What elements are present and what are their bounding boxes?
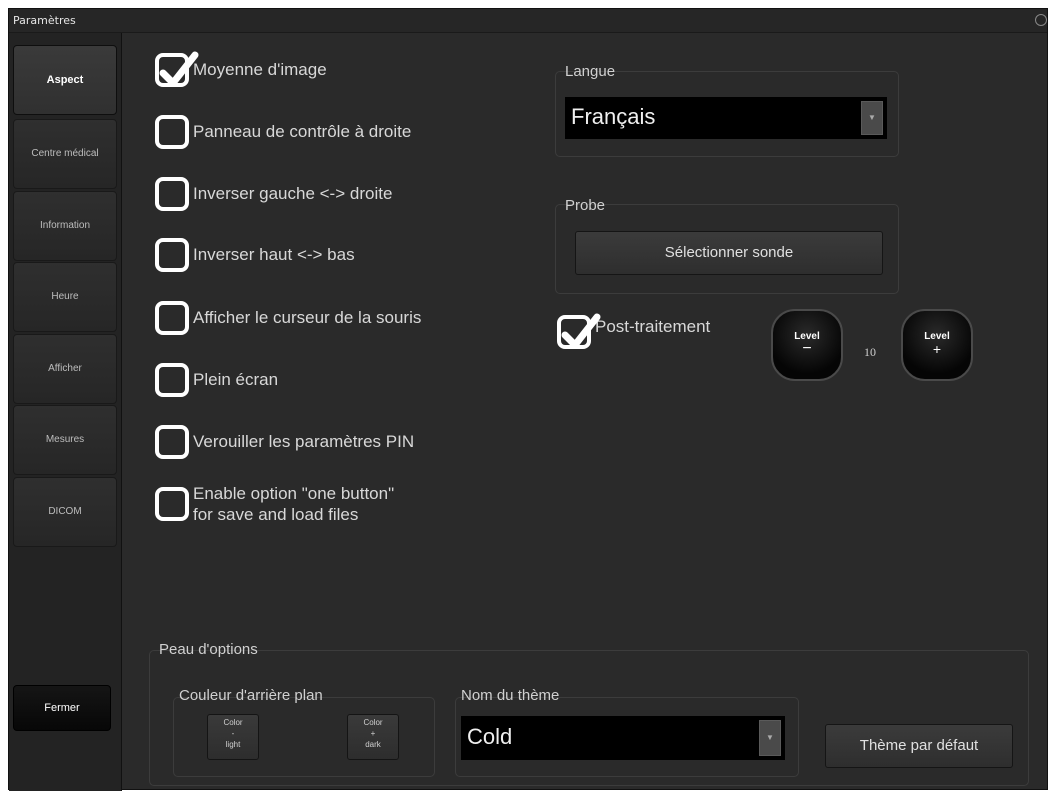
chevron-down-icon[interactable]: ▼	[861, 101, 883, 135]
checkbox[interactable]	[155, 363, 189, 397]
option-label: Moyenne d'image	[193, 60, 327, 79]
chevron-down-icon[interactable]: ▼	[759, 720, 781, 756]
sidebar-item-centre-medical[interactable]: Centre médical	[13, 119, 117, 189]
option-label: Afficher le curseur de la souris	[193, 308, 422, 327]
plus-icon: +	[932, 341, 942, 357]
sidebar-item-dicom[interactable]: DICOM	[13, 477, 117, 547]
sidebar-item-aspect[interactable]: Aspect	[13, 45, 117, 115]
post-processing-label: Post-traitement	[595, 317, 711, 336]
minus-icon: −	[802, 340, 812, 357]
sidebar-item-label: Mesures	[45, 434, 85, 445]
default-theme-button-label: Thème par défaut	[859, 737, 979, 754]
check-icon	[159, 51, 199, 87]
sidebar-item-heure[interactable]: Heure	[13, 262, 117, 332]
color-dark-button[interactable]: Color + dark	[347, 714, 399, 760]
language-select-value: Français	[571, 104, 656, 129]
option-flip-up-down[interactable]: Inverser haut <-> bas	[155, 238, 355, 272]
window-close-icon[interactable]	[1035, 14, 1047, 26]
sidebar-item-label: DICOM	[48, 506, 82, 517]
option-post-processing[interactable]: Post-traitement	[557, 313, 711, 349]
option-label: Inverser gauche <-> droite	[193, 184, 393, 203]
checkbox[interactable]	[155, 238, 189, 272]
select-probe-button-label: Sélectionner sonde	[664, 244, 794, 261]
close-button[interactable]: Fermer	[13, 685, 111, 731]
default-theme-button[interactable]: Thème par défaut	[825, 724, 1013, 768]
sidebar-item-label: Heure	[51, 291, 79, 302]
color-light-label: light	[225, 740, 241, 749]
sidebar-item-label: Afficher	[48, 363, 82, 374]
checkbox[interactable]	[155, 115, 189, 149]
level-plus-button[interactable]: Level +	[901, 309, 973, 381]
theme-select[interactable]: Cold ▼	[461, 716, 785, 760]
option-label-line: Enable option "one button"	[193, 484, 395, 503]
color-light-label: Color	[223, 718, 243, 727]
check-icon	[561, 313, 601, 349]
background-color-title: Couleur d'arrière plan	[179, 687, 323, 704]
color-dark-label: Color	[363, 718, 383, 727]
sidebar: Aspect Centre médical Information Heure …	[9, 33, 122, 791]
sidebar-item-label: Centre médical	[31, 148, 99, 159]
theme-name-title: Nom du thème	[461, 687, 560, 704]
checkbox[interactable]	[155, 487, 189, 521]
settings-window: Paramètres Aspect Centre médical Informa…	[8, 8, 1048, 791]
window-title: Paramètres	[13, 14, 76, 27]
sidebar-item-information[interactable]: Information	[13, 191, 117, 261]
option-fullscreen[interactable]: Plein écran	[155, 363, 278, 397]
option-label: Verouiller les paramètres PIN	[193, 432, 415, 451]
option-control-panel-right[interactable]: Panneau de contrôle à droite	[155, 115, 411, 149]
checkbox[interactable]	[155, 301, 189, 335]
close-button-label: Fermer	[44, 702, 80, 714]
option-lock-pin[interactable]: Verouiller les paramètres PIN	[155, 425, 414, 459]
option-label: Enable option "one button" for save and …	[193, 483, 394, 525]
level-value: 10	[864, 345, 876, 359]
language-group-title: Langue	[565, 63, 616, 80]
sidebar-item-afficher[interactable]: Afficher	[13, 334, 117, 404]
option-image-average[interactable]: Moyenne d'image	[155, 51, 327, 87]
color-light-button[interactable]: Color - light	[207, 714, 259, 760]
plus-icon: +	[370, 729, 376, 738]
sidebar-item-label: Information	[39, 220, 91, 231]
option-label-line: for save and load files	[193, 505, 359, 524]
option-label: Inverser haut <-> bas	[193, 245, 355, 264]
sidebar-item-label: Aspect	[46, 74, 84, 86]
level-minus-button[interactable]: Level −	[771, 309, 843, 381]
option-show-mouse-cursor[interactable]: Afficher le curseur de la souris	[155, 301, 421, 335]
checkbox-checked[interactable]	[155, 51, 199, 87]
select-probe-button[interactable]: Sélectionner sonde	[575, 231, 883, 275]
option-label: Panneau de contrôle à droite	[193, 122, 412, 141]
option-label: Plein écran	[193, 370, 279, 389]
option-one-button[interactable]: Enable option "one button" for save and …	[155, 483, 394, 525]
minus-icon: -	[231, 729, 235, 738]
title-bar: Paramètres	[9, 9, 1047, 33]
option-flip-left-right[interactable]: Inverser gauche <-> droite	[155, 177, 392, 211]
checkbox-checked[interactable]	[557, 313, 601, 349]
language-select[interactable]: Français ▼	[565, 97, 887, 139]
sidebar-item-mesures[interactable]: Mesures	[13, 405, 117, 475]
theme-select-value: Cold	[467, 724, 513, 749]
probe-group-title: Probe	[565, 197, 606, 214]
skin-options-title: Peau d'options	[159, 641, 258, 658]
checkbox[interactable]	[155, 177, 189, 211]
color-dark-label: dark	[365, 740, 381, 749]
checkbox[interactable]	[155, 425, 189, 459]
